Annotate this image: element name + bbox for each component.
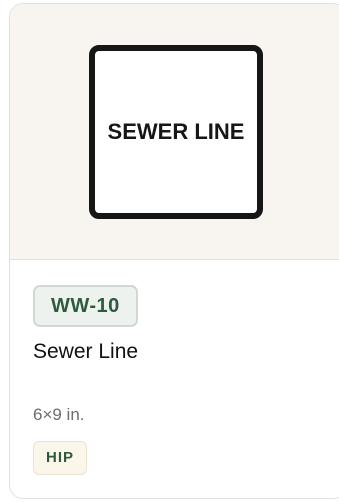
sign-preview-text: SEWER LINE xyxy=(107,119,245,144)
material-tag: HIP xyxy=(33,441,88,475)
product-size: 6×9 in. xyxy=(33,405,85,424)
product-card[interactable]: SEWER LINE WW-10 Sewer Line 6×9 in. HIP xyxy=(9,3,339,499)
product-thumbnail[interactable]: SEWER LINE xyxy=(10,4,339,260)
product-title[interactable]: Sewer Line xyxy=(33,340,138,364)
sign-preview-image: SEWER LINE xyxy=(89,45,263,219)
product-code-badge: WW-10 xyxy=(33,285,138,327)
